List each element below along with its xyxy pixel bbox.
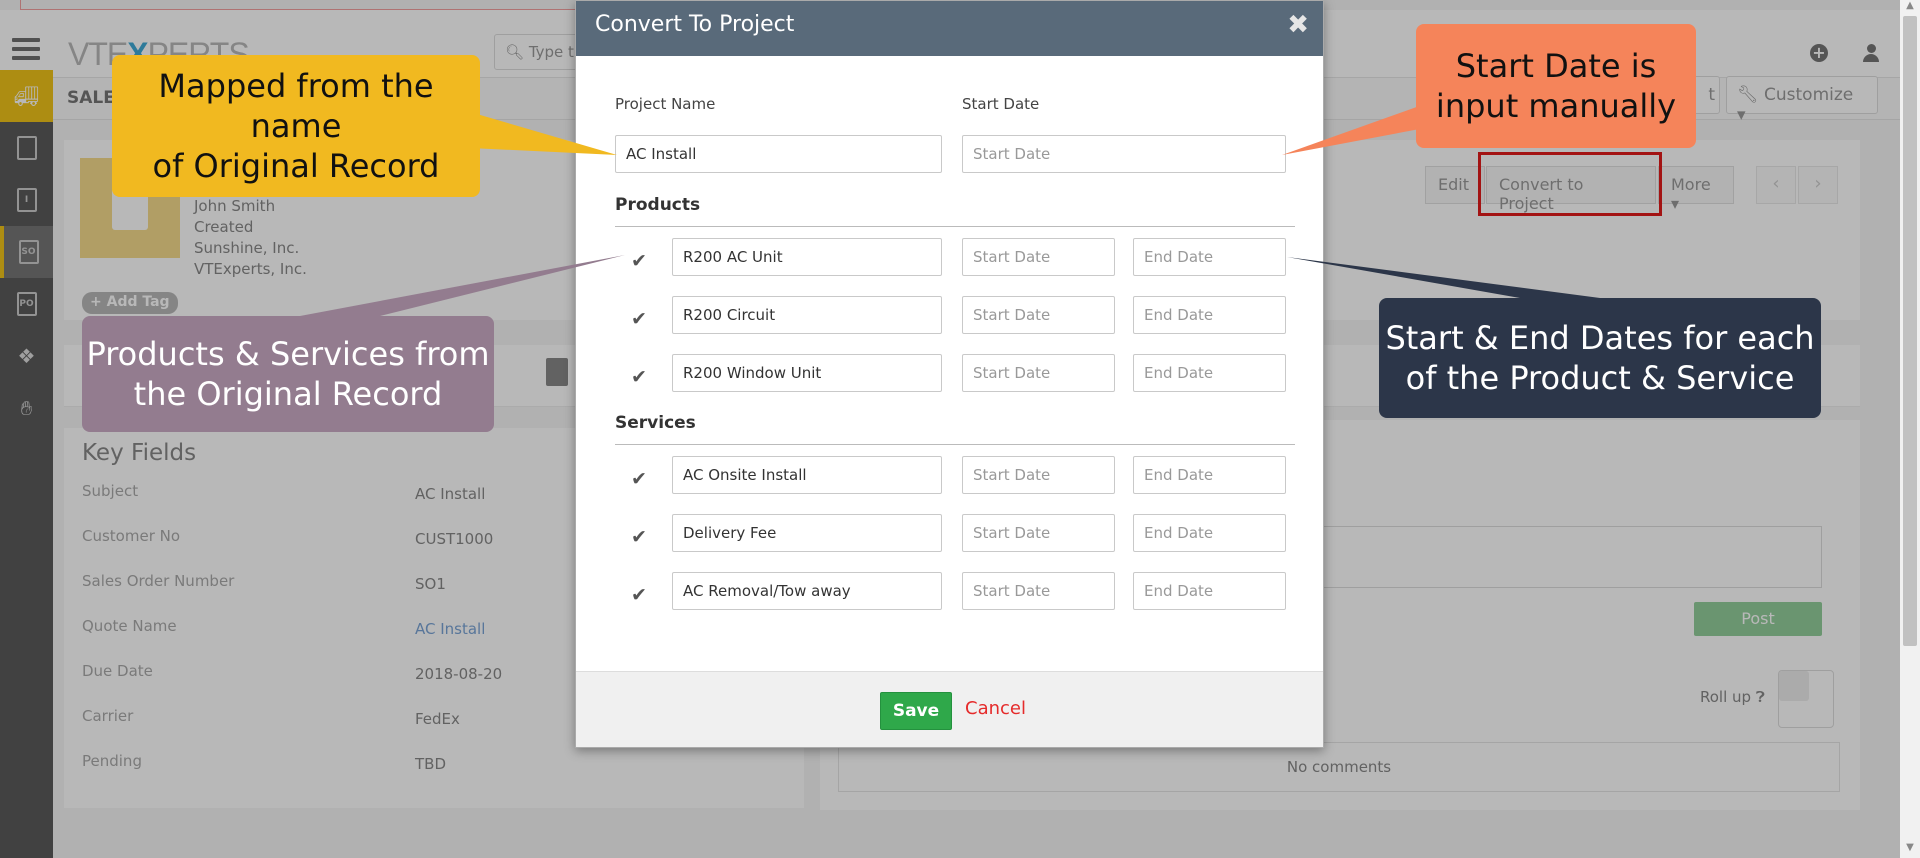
service-name-input[interactable]: AC Removal/Tow away — [672, 572, 942, 610]
service-name-input[interactable]: Delivery Fee — [672, 514, 942, 552]
callout-start-end-dates: Start & End Dates for each of the Product… — [1379, 298, 1821, 418]
start-date-label: Start Date — [962, 95, 1040, 113]
convert-to-project-modal: Convert To Project ✖ Project Name Start … — [575, 0, 1324, 748]
service-start-date-input[interactable]: Start Date — [962, 456, 1115, 494]
project-name-input[interactable]: AC Install — [615, 135, 942, 173]
scroll-down-icon[interactable]: ▼ — [1900, 842, 1920, 858]
service-checkbox[interactable]: ✔ — [628, 468, 650, 490]
product-start-date-input[interactable]: Start Date — [962, 238, 1115, 276]
service-checkbox[interactable]: ✔ — [628, 526, 650, 548]
callout-start-date-manual: Start Date is input manually — [1416, 24, 1696, 148]
product-end-date-input[interactable]: End Date — [1133, 296, 1286, 334]
service-checkbox[interactable]: ✔ — [628, 584, 650, 606]
products-section-title: Products — [615, 195, 701, 215]
save-button[interactable]: Save — [880, 692, 952, 730]
product-name-input[interactable]: R200 Window Unit — [672, 354, 942, 392]
service-start-date-input[interactable]: Start Date — [962, 514, 1115, 552]
services-divider — [615, 444, 1295, 445]
service-end-date-input[interactable]: End Date — [1133, 572, 1286, 610]
service-start-date-input[interactable]: Start Date — [962, 572, 1115, 610]
product-start-date-input[interactable]: Start Date — [962, 354, 1115, 392]
modal-footer: Save Cancel — [576, 671, 1323, 747]
cancel-link[interactable]: Cancel — [965, 698, 1026, 719]
project-start-date-input[interactable]: Start Date — [962, 135, 1286, 173]
product-end-date-input[interactable]: End Date — [1133, 238, 1286, 276]
page-scrollbar[interactable]: ▲ ▼ — [1900, 0, 1920, 858]
callout-products-services: Products & Services from the Original Rec… — [82, 316, 494, 432]
products-divider — [615, 226, 1295, 227]
services-section-title: Services — [615, 413, 696, 433]
product-start-date-input[interactable]: Start Date — [962, 296, 1115, 334]
modal-title: Convert To Project — [595, 12, 795, 37]
callout-mapped-name: Mapped from the name of Original Record — [112, 55, 480, 197]
product-checkbox[interactable]: ✔ — [628, 250, 650, 272]
product-checkbox[interactable]: ✔ — [628, 366, 650, 388]
product-end-date-input[interactable]: End Date — [1133, 354, 1286, 392]
product-checkbox[interactable]: ✔ — [628, 308, 650, 330]
modal-header: Convert To Project ✖ — [576, 1, 1323, 56]
service-name-input[interactable]: AC Onsite Install — [672, 456, 942, 494]
scroll-up-icon[interactable]: ▲ — [1900, 0, 1920, 16]
service-end-date-input[interactable]: End Date — [1133, 456, 1286, 494]
close-icon[interactable]: ✖ — [1287, 12, 1309, 38]
product-name-input[interactable]: R200 AC Unit — [672, 238, 942, 276]
service-end-date-input[interactable]: End Date — [1133, 514, 1286, 552]
scroll-thumb[interactable] — [1903, 16, 1917, 646]
project-name-label: Project Name — [615, 95, 716, 113]
product-name-input[interactable]: R200 Circuit — [672, 296, 942, 334]
